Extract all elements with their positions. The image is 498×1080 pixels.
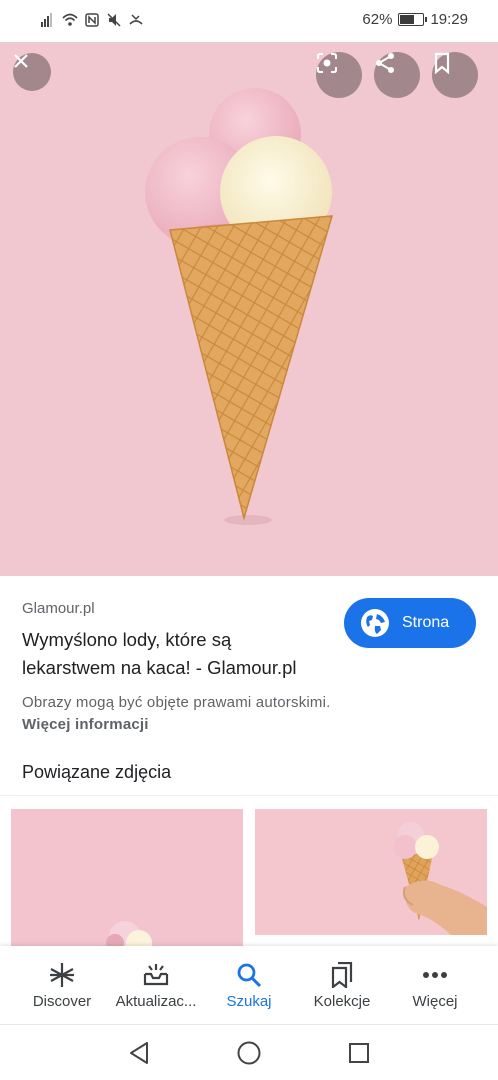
thumbnail-image <box>11 809 243 946</box>
close-button[interactable] <box>13 53 51 91</box>
divider <box>0 795 498 796</box>
related-image-1[interactable] <box>11 809 243 946</box>
clock: 19:29 <box>430 11 468 28</box>
bottom-navigation: Discover Aktualizac... Szukaj Kolekcje W… <box>0 946 498 1024</box>
source-site[interactable]: Glamour.pl <box>22 600 95 617</box>
back-icon <box>130 1042 148 1064</box>
nav-updates[interactable]: Aktualizac... <box>106 946 206 1024</box>
battery-icon <box>398 13 428 26</box>
close-icon <box>14 54 28 68</box>
nav-discover-label: Discover <box>32 993 92 1010</box>
missed-call-icon <box>129 14 143 25</box>
bookmark-button[interactable] <box>432 52 478 98</box>
more-icon <box>423 972 447 978</box>
signal-icon <box>41 13 52 27</box>
battery-fill <box>400 15 415 24</box>
system-navigation <box>0 1024 498 1080</box>
globe-icon <box>361 609 389 637</box>
ice-cream-image <box>0 42 498 576</box>
home-button[interactable] <box>235 1039 263 1067</box>
wifi-icon <box>62 13 78 26</box>
copyright-notice: Obrazy mogą być objęte prawami autorskim… <box>22 694 331 711</box>
mute-icon <box>107 13 121 27</box>
updates-icon <box>143 964 169 986</box>
nav-search-label: Szukaj <box>226 993 272 1010</box>
nav-more-label: Więcej <box>412 993 458 1010</box>
nav-collections-label: Kolekcje <box>313 993 371 1010</box>
status-bar: 62% 19:29 <box>0 0 498 42</box>
status-icons <box>40 12 144 28</box>
search-icon <box>237 963 262 988</box>
lens-icon <box>317 53 337 73</box>
share-icon <box>376 53 394 73</box>
lens-button[interactable] <box>316 52 362 98</box>
recents-button[interactable] <box>345 1039 373 1067</box>
more-info-link[interactable]: Więcej informacji <box>22 716 149 733</box>
thumbnail-image <box>255 809 487 935</box>
visit-site-button[interactable]: Strona <box>344 598 476 648</box>
nav-more[interactable]: Więcej <box>385 946 485 1024</box>
back-button[interactable] <box>125 1039 153 1067</box>
nav-discover[interactable]: Discover <box>12 946 112 1024</box>
nav-search[interactable]: Szukaj <box>199 946 299 1024</box>
bookmark-icon <box>434 52 450 74</box>
share-button[interactable] <box>374 52 420 98</box>
visit-site-label: Strona <box>402 614 450 631</box>
battery-percent: 62% <box>362 11 393 28</box>
related-image-2[interactable] <box>255 809 487 935</box>
hero-image[interactable] <box>0 42 498 576</box>
nav-collections[interactable]: Kolekcje <box>292 946 392 1024</box>
nfc-icon <box>85 13 99 27</box>
home-icon <box>237 1041 261 1065</box>
asterisk-icon <box>50 963 74 987</box>
collections-icon <box>331 962 353 988</box>
related-images-heading: Powiązane zdjęcia <box>22 762 172 782</box>
nav-updates-label: Aktualizac... <box>115 993 197 1010</box>
result-title[interactable]: Wymyślono lody, które są lekarstwem na k… <box>22 626 322 682</box>
status-right: 62% 19:29 <box>362 11 468 28</box>
recents-icon <box>349 1043 369 1063</box>
